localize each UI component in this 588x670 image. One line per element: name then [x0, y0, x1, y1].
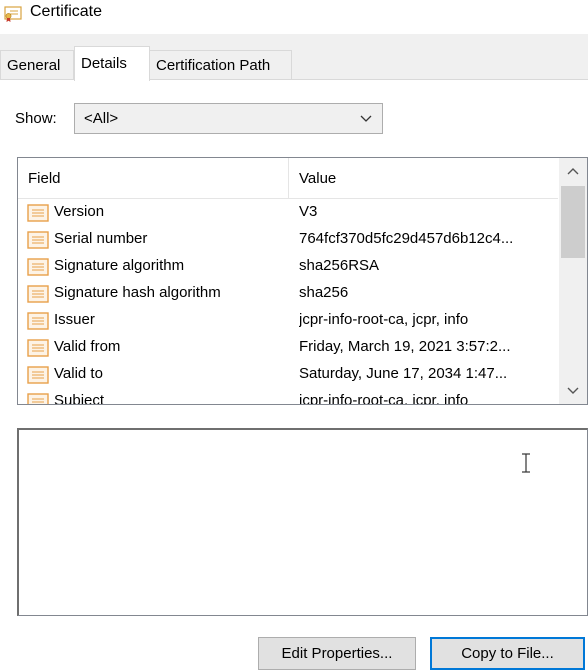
field-list[interactable]: Field Value Version V3 Serial number 764…: [17, 157, 588, 405]
list-item[interactable]: Serial number 764fcf370d5fc29d457d6b12c4…: [18, 226, 558, 253]
tab-general[interactable]: General: [0, 50, 74, 79]
field-icon: [27, 204, 49, 222]
certificate-icon: [4, 6, 22, 22]
field-value: sha256RSA: [299, 257, 380, 274]
field-value: jcpr-info-root-ca, jcpr, info: [299, 311, 469, 328]
column-header-value[interactable]: Value: [299, 170, 336, 187]
field-name: Serial number: [54, 230, 148, 247]
field-value: V3: [299, 203, 318, 220]
field-icon: [27, 258, 49, 276]
list-header: Field Value: [18, 158, 558, 199]
column-separator[interactable]: [288, 158, 289, 198]
field-name: Valid from: [54, 338, 121, 355]
field-icon: [27, 393, 49, 404]
field-icon: [27, 285, 49, 303]
field-name: Signature hash algorithm: [54, 284, 221, 301]
list-item[interactable]: Issuer jcpr-info-root-ca, jcpr, info: [18, 307, 558, 334]
field-icon: [27, 339, 49, 357]
scroll-up-icon[interactable]: [559, 158, 587, 184]
copy-to-file-button[interactable]: Copy to File...: [430, 637, 585, 670]
window-title: Certificate: [30, 3, 103, 20]
field-value: Friday, March 19, 2021 3:57:2...: [299, 338, 511, 355]
scroll-down-icon[interactable]: [559, 378, 587, 404]
column-header-field[interactable]: Field: [28, 170, 61, 187]
field-name: Signature algorithm: [54, 257, 185, 274]
list-item[interactable]: Signature algorithm sha256RSA: [18, 253, 558, 280]
chevron-down-icon: [360, 115, 372, 122]
field-icon: [27, 312, 49, 330]
field-value: jcpr-info-root-ca, jcpr, info: [299, 392, 469, 405]
list-item[interactable]: Valid from Friday, March 19, 2021 3:57:2…: [18, 334, 558, 361]
show-select-value: <All>: [84, 110, 119, 127]
tab-details[interactable]: Details: [74, 46, 150, 81]
show-label: Show:: [15, 110, 57, 127]
show-select[interactable]: <All>: [74, 103, 383, 134]
scrollbar-thumb[interactable]: [561, 186, 585, 258]
list-scrollbar[interactable]: [559, 158, 587, 404]
field-icon: [27, 231, 49, 249]
field-name: Version: [54, 203, 105, 220]
title-bar: Certificate: [0, 0, 588, 34]
list-item[interactable]: Subject jcpr-info-root-ca, jcpr, info: [18, 388, 558, 405]
tab-certification-path[interactable]: Certification Path: [149, 50, 292, 79]
field-value: 764fcf370d5fc29d457d6b12c4...: [299, 230, 514, 247]
field-value: sha256: [299, 284, 349, 301]
field-detail-textbox[interactable]: [17, 428, 588, 616]
field-value: Saturday, June 17, 2034 1:47...: [299, 365, 508, 382]
field-name: Issuer: [54, 311, 95, 328]
field-name: Valid to: [54, 365, 103, 382]
field-icon: [27, 366, 49, 384]
field-name: Subject: [54, 392, 105, 405]
text-cursor-icon: [522, 453, 530, 473]
list-item[interactable]: Signature hash algorithm sha256: [18, 280, 558, 307]
list-item[interactable]: Version V3: [18, 199, 558, 226]
edit-properties-button[interactable]: Edit Properties...: [258, 637, 416, 670]
list-item[interactable]: Valid to Saturday, June 17, 2034 1:47...: [18, 361, 558, 388]
